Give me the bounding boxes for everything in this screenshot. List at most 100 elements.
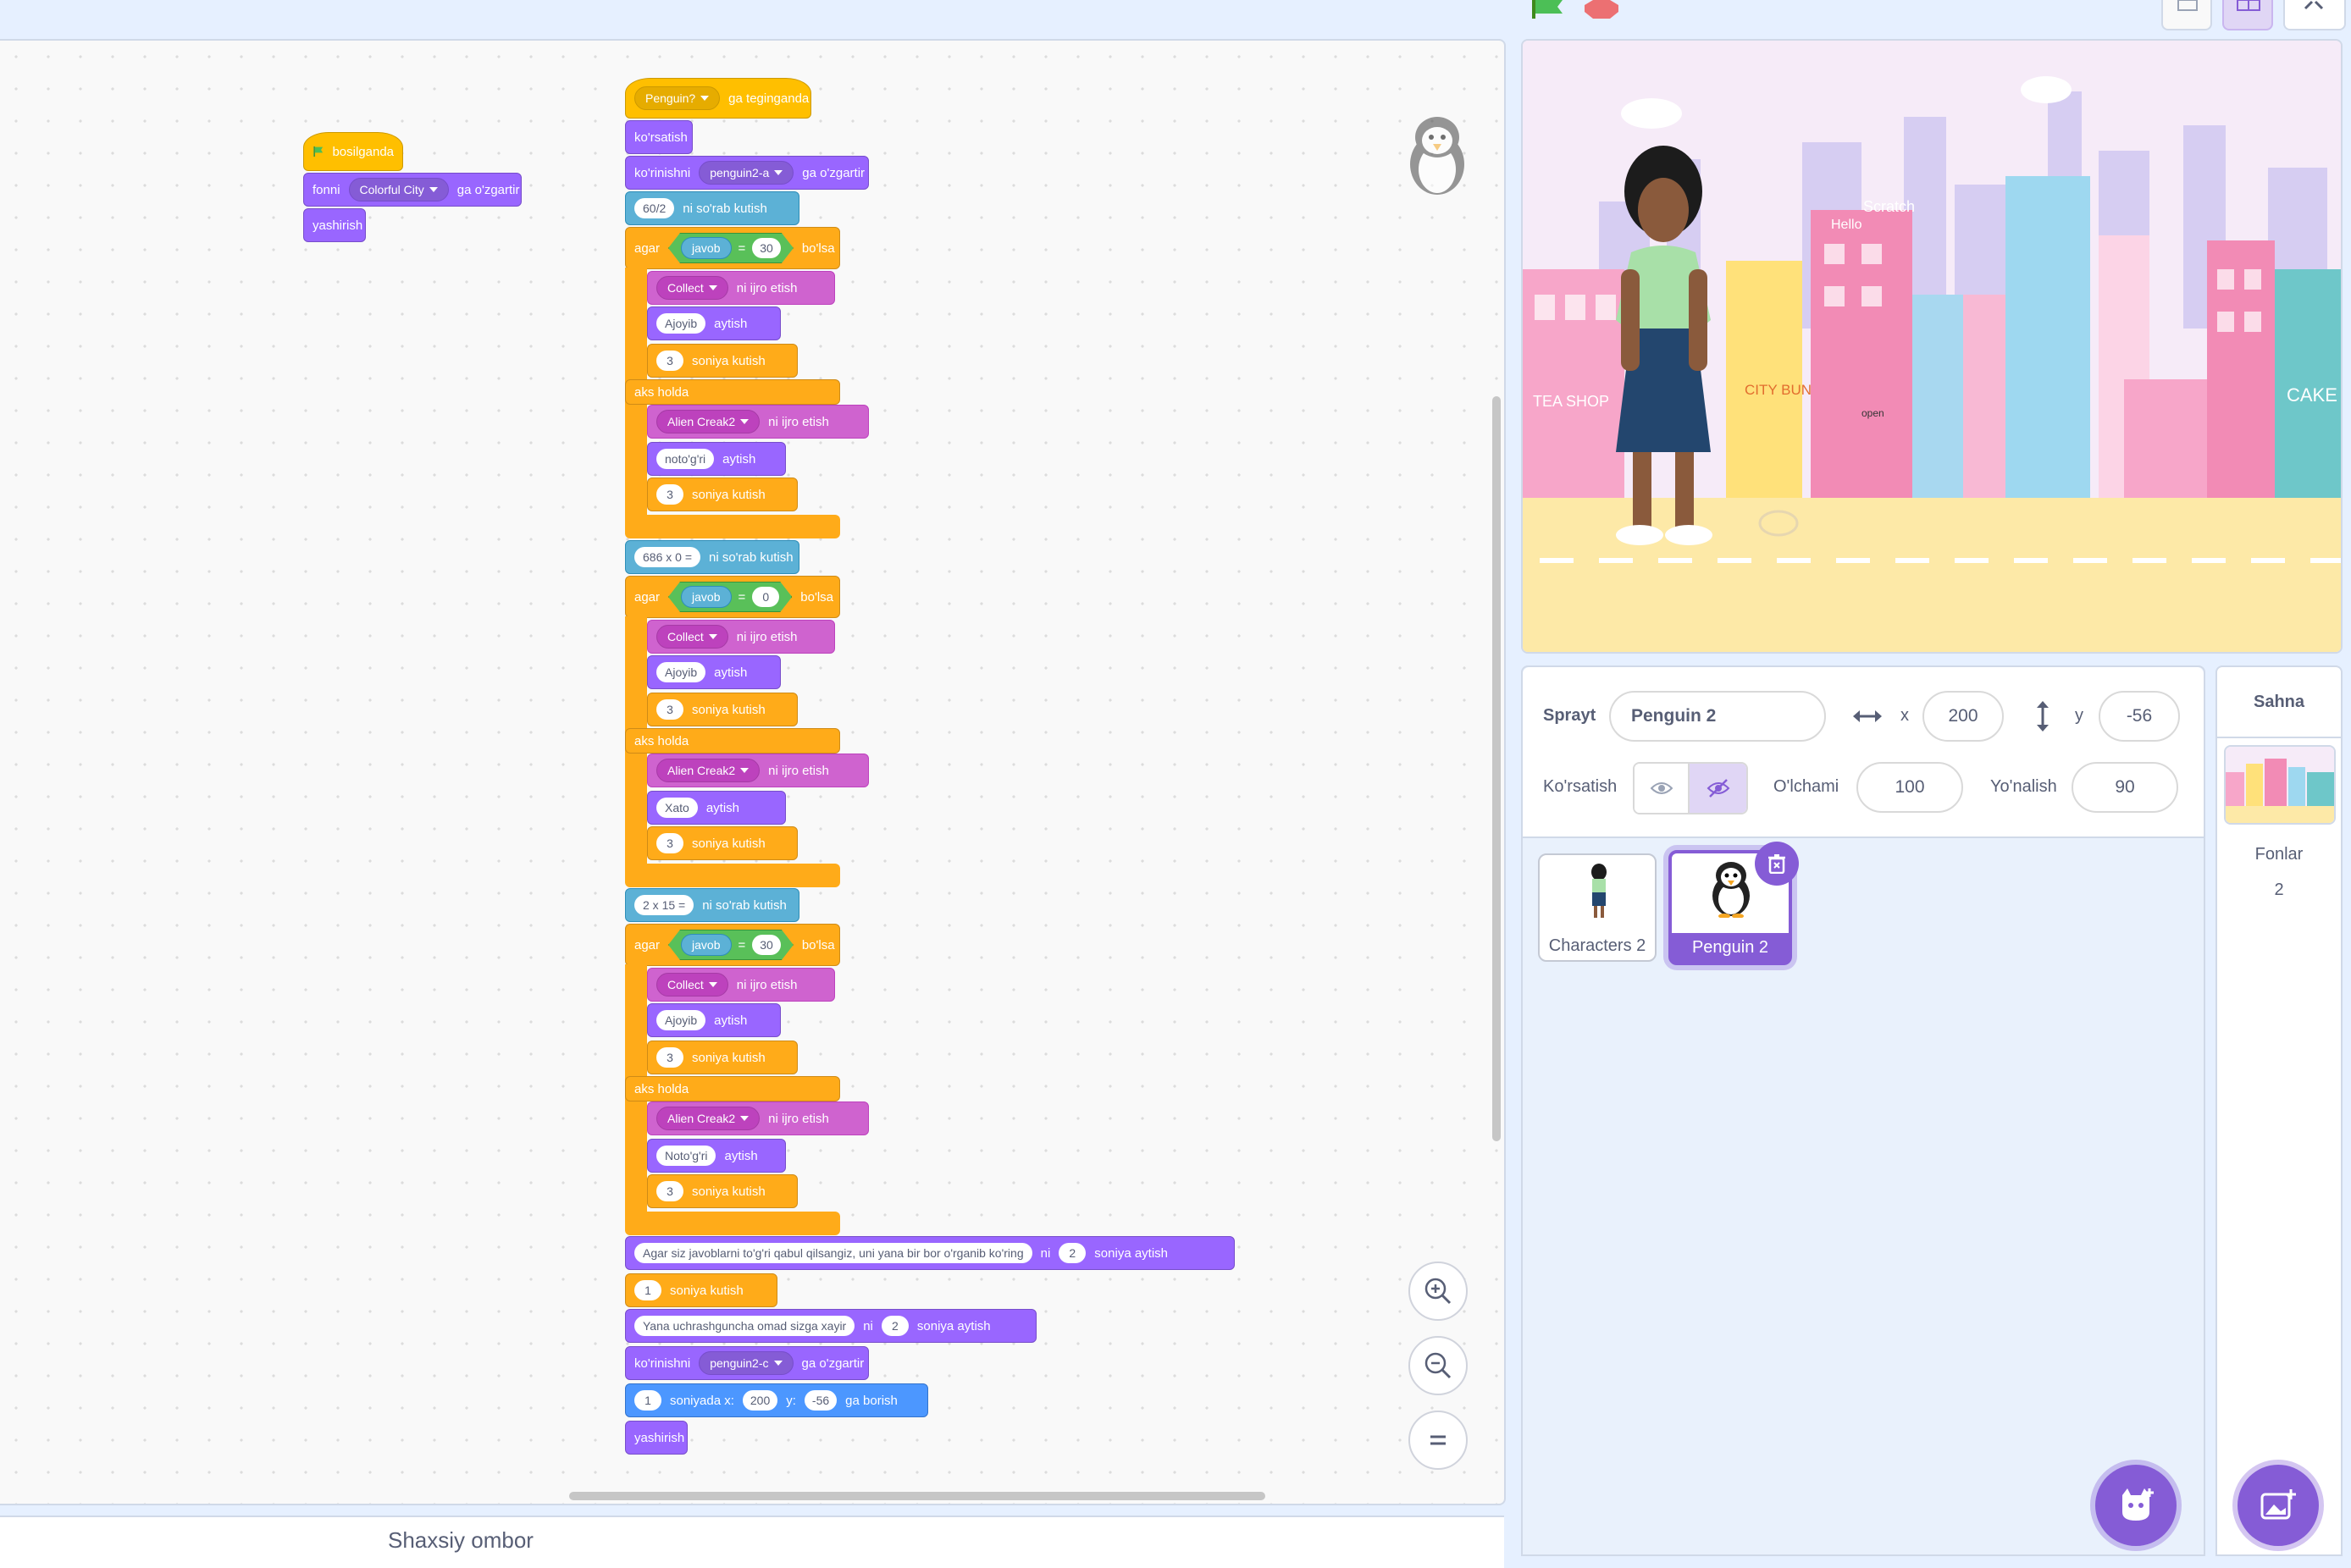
message-input[interactable]: Ajoyib (656, 662, 706, 682)
hide-block[interactable]: yashirish (303, 208, 366, 242)
sound-dropdown[interactable]: Collect (656, 973, 728, 997)
equals-operator[interactable]: javob = 0 (668, 582, 792, 612)
answer-reporter[interactable]: javob (681, 934, 731, 956)
eye-icon[interactable] (1635, 764, 1689, 813)
question-input[interactable]: 60/2 (634, 198, 675, 218)
message-input[interactable]: Yana uchrashguncha omad sizga xayir (634, 1316, 855, 1336)
seconds-input[interactable]: 2 (881, 1316, 909, 1336)
if-condition-row[interactable]: agar javob = 30 bo'lsa (625, 924, 840, 966)
play-sound-block[interactable]: Alien Creak2 ni ijro etish (647, 1101, 869, 1135)
seconds-input[interactable]: 3 (656, 351, 683, 371)
eye-slash-icon[interactable] (1688, 764, 1746, 813)
when-flag-clicked-block[interactable]: bosilganda (303, 132, 403, 171)
play-sound-block[interactable]: Collect ni ijro etish (647, 968, 835, 1002)
switch-costume-block[interactable]: ko'rinishni penguin2-a ga o'zgartir (625, 156, 869, 190)
zoom-in-icon[interactable] (1408, 1262, 1468, 1321)
play-sound-block[interactable]: Collect ni ijro etish (647, 271, 835, 305)
glide-to-xy-block[interactable]: 1 soniyada x: 200 y: -56 ga borish (625, 1383, 928, 1417)
if-condition-row[interactable]: agar javob = 0 bo'lsa (625, 576, 840, 618)
touching-dropdown[interactable]: Penguin? (634, 86, 721, 110)
say-block[interactable]: Ajoyib aytish (647, 1003, 781, 1037)
ask-and-wait-block[interactable]: 686 x 0 = ni so'rab kutish (625, 540, 799, 574)
hide-block[interactable]: yashirish (625, 1421, 688, 1455)
equals-operator[interactable]: javob = 30 (668, 233, 794, 263)
sound-dropdown[interactable]: Alien Creak2 (656, 1107, 761, 1130)
play-sound-block[interactable]: Alien Creak2 ni ijro etish (647, 405, 869, 439)
seconds-input[interactable]: 3 (656, 699, 683, 720)
say-block[interactable]: Ajoyib aytish (647, 306, 781, 340)
ask-and-wait-block[interactable]: 60/2 ni so'rab kutish (625, 191, 799, 225)
if-condition-row[interactable]: agar javob = 30 bo'lsa (625, 227, 840, 269)
vertical-scrollbar[interactable] (1492, 396, 1501, 1141)
choose-sprite-icon[interactable] (2095, 1465, 2177, 1546)
choose-backdrop-icon[interactable] (2238, 1465, 2319, 1546)
backpack-bar[interactable]: Shaxsiy ombor (0, 1516, 1504, 1568)
say-block[interactable]: Noto'g'ri aytish (647, 1139, 786, 1173)
sprite-thumb-characters[interactable]: Characters 2 (1538, 853, 1657, 962)
switch-backdrop-block[interactable]: fonni Colorful City ga o'zgartir (303, 173, 522, 207)
message-input[interactable]: noto'g'ri (656, 449, 715, 469)
x-input[interactable]: 200 (742, 1390, 778, 1411)
sound-dropdown[interactable]: Collect (656, 276, 728, 300)
say-block[interactable]: Ajoyib aytish (647, 655, 781, 689)
when-touching-hat-block[interactable]: Penguin? ga teginganda (625, 78, 811, 119)
play-sound-block[interactable]: Collect ni ijro etish (647, 620, 835, 654)
answer-reporter[interactable]: javob (681, 237, 731, 259)
seconds-input[interactable]: 3 (656, 484, 683, 505)
value-input[interactable]: 30 (752, 238, 781, 258)
zoom-reset-icon[interactable] (1408, 1411, 1468, 1470)
fullscreen-icon[interactable] (2283, 0, 2346, 30)
sound-dropdown[interactable]: Alien Creak2 (656, 759, 761, 782)
show-block[interactable]: ko'rsatish (625, 120, 693, 154)
costume-dropdown[interactable]: penguin2-c (699, 1351, 794, 1375)
small-stage-button[interactable] (2161, 0, 2212, 30)
wait-block[interactable]: 3 soniya kutish (647, 1041, 798, 1074)
code-workspace[interactable]: bosilganda fonni Colorful City ga o'zgar… (0, 39, 1506, 1505)
wait-block[interactable]: 3 soniya kutish (647, 826, 798, 860)
wait-block[interactable]: 3 soniya kutish (647, 1174, 798, 1208)
wait-block[interactable]: 3 soniya kutish (647, 693, 798, 726)
question-input[interactable]: 686 x 0 = (634, 547, 700, 567)
say-for-secs-block[interactable]: Agar siz javoblarni to'g'ri qabul qilsan… (625, 1236, 1235, 1270)
value-input[interactable]: 30 (752, 935, 781, 955)
normal-stage-button[interactable] (2222, 0, 2273, 30)
ask-and-wait-block[interactable]: 2 x 15 = ni so'rab kutish (625, 888, 799, 922)
seconds-input[interactable]: 3 (656, 1181, 683, 1201)
sound-dropdown[interactable]: Collect (656, 625, 728, 649)
size-input[interactable]: 100 (1856, 762, 1963, 813)
equals-operator[interactable]: javob = 30 (668, 930, 794, 960)
say-for-secs-block[interactable]: Yana uchrashguncha omad sizga xayir ni 2… (625, 1309, 1037, 1343)
switch-costume-block[interactable]: ko'rinishni penguin2-c ga o'zgartir (625, 1346, 869, 1380)
horizontal-scrollbar[interactable] (569, 1492, 1265, 1500)
seconds-input[interactable]: 1 (634, 1280, 661, 1300)
message-input[interactable]: Xato (656, 798, 698, 818)
answer-reporter[interactable]: javob (681, 586, 731, 608)
seconds-input[interactable]: 1 (634, 1390, 661, 1411)
backdrop-thumbnail[interactable] (2224, 745, 2336, 825)
green-flag-icon[interactable] (1529, 0, 1566, 23)
seconds-input[interactable]: 2 (1059, 1243, 1087, 1263)
backdrop-dropdown[interactable]: Colorful City (348, 178, 449, 202)
say-block[interactable]: Xato aytish (647, 791, 786, 825)
wait-block[interactable]: 3 soniya kutish (647, 344, 798, 378)
message-input[interactable]: Noto'g'ri (656, 1146, 716, 1166)
stage-selector-panel[interactable]: Sahna Fonlar 2 (2215, 665, 2343, 1556)
sound-dropdown[interactable]: Alien Creak2 (656, 410, 761, 433)
stop-icon[interactable] (1585, 0, 1618, 23)
zoom-out-icon[interactable] (1408, 1336, 1468, 1395)
direction-input[interactable]: 90 (2072, 762, 2178, 813)
message-input[interactable]: Ajoyib (656, 313, 706, 334)
stage[interactable]: TEA SHOP Scratch Hello CITY BUN open CAK… (1521, 39, 2343, 654)
value-input[interactable]: 0 (752, 587, 779, 607)
x-input[interactable]: 200 (1922, 691, 2004, 742)
question-input[interactable]: 2 x 15 = (634, 895, 694, 915)
message-input[interactable]: Agar siz javoblarni to'g'ri qabul qilsan… (634, 1243, 1032, 1263)
trash-icon[interactable] (1755, 842, 1799, 886)
sprite-name-input[interactable]: Penguin 2 (1609, 691, 1826, 742)
y-input[interactable]: -56 (804, 1390, 838, 1411)
costume-dropdown[interactable]: penguin2-a (699, 161, 794, 185)
seconds-input[interactable]: 3 (656, 1047, 683, 1068)
y-input[interactable]: -56 (2099, 691, 2180, 742)
wait-block[interactable]: 1 soniya kutish (625, 1273, 777, 1307)
seconds-input[interactable]: 3 (656, 833, 683, 853)
